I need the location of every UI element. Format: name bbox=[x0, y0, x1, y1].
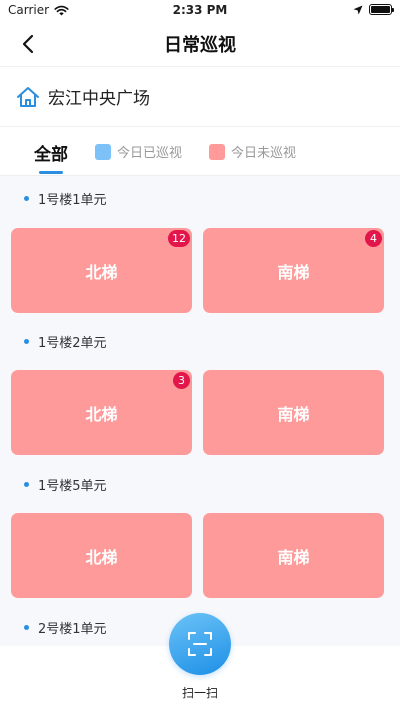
tab-all[interactable]: 全部 bbox=[34, 140, 68, 165]
scan-label[interactable]: 扫一扫 bbox=[182, 686, 218, 700]
status-bar: Carrier 2:33 PM bbox=[0, 0, 400, 20]
elevator-card[interactable]: 北梯 3 bbox=[11, 370, 192, 455]
group-title: 1号楼1单元 bbox=[24, 189, 107, 208]
bullet-dot bbox=[24, 625, 29, 630]
scan-icon bbox=[188, 632, 212, 656]
nav-bar: 日常巡视 bbox=[0, 20, 400, 66]
filter-tabs: 全部 今日已巡视 今日未巡视 bbox=[0, 126, 400, 176]
group-title-text: 1号楼5单元 bbox=[38, 479, 107, 494]
bullet-dot bbox=[24, 196, 29, 201]
legend-done-label: 今日已巡视 bbox=[117, 146, 183, 161]
page-title: 日常巡视 bbox=[164, 35, 236, 56]
back-button[interactable] bbox=[12, 28, 44, 60]
location-arrow-icon bbox=[353, 5, 363, 14]
elevator-label: 南梯 bbox=[277, 547, 310, 567]
group-title: 1号楼2单元 bbox=[24, 332, 107, 351]
elevator-card[interactable]: 北梯 12 bbox=[11, 228, 192, 313]
count-badge: 4 bbox=[365, 230, 382, 247]
battery-icon bbox=[369, 4, 394, 15]
group-title: 1号楼5单元 bbox=[24, 475, 107, 494]
elevator-card[interactable]: 南梯 bbox=[203, 513, 384, 598]
elevator-card[interactable]: 南梯 bbox=[203, 370, 384, 455]
scan-button[interactable] bbox=[169, 613, 231, 675]
home-icon bbox=[17, 86, 39, 107]
status-time: 2:33 PM bbox=[172, 3, 228, 17]
elevator-card[interactable]: 北梯 bbox=[11, 513, 192, 598]
elevator-label: 北梯 bbox=[85, 262, 118, 282]
elevator-label: 南梯 bbox=[277, 262, 310, 282]
elevator-label: 北梯 bbox=[85, 547, 118, 567]
legend-pending[interactable]: 今日未巡视 bbox=[209, 142, 296, 161]
elevator-list[interactable]: 1号楼1单元 北梯 12 南梯 4 1号楼2单元 北梯 3 南梯 1号楼5单元 … bbox=[0, 176, 400, 646]
done-swatch bbox=[95, 143, 111, 160]
legend-pending-label: 今日未巡视 bbox=[231, 146, 297, 161]
group-title: 2号楼1单元 bbox=[24, 618, 107, 637]
status-right bbox=[353, 4, 394, 15]
site-selector[interactable]: 宏江中央广场 bbox=[0, 66, 400, 126]
bullet-dot bbox=[24, 339, 29, 344]
count-badge: 3 bbox=[173, 372, 190, 389]
elevator-label: 南梯 bbox=[277, 404, 310, 424]
site-name: 宏江中央广场 bbox=[48, 89, 150, 109]
group-title-text: 2号楼1单元 bbox=[38, 622, 107, 637]
chevron-left-icon bbox=[22, 34, 34, 54]
bullet-dot bbox=[24, 482, 29, 487]
count-badge: 12 bbox=[168, 230, 190, 247]
group-title-text: 1号楼1单元 bbox=[38, 193, 107, 208]
group-title-text: 1号楼2单元 bbox=[38, 336, 107, 351]
elevator-label: 北梯 bbox=[85, 404, 118, 424]
elevator-card[interactable]: 南梯 4 bbox=[203, 228, 384, 313]
legend-done[interactable]: 今日已巡视 bbox=[95, 142, 182, 161]
tab-active-indicator bbox=[39, 171, 63, 174]
pending-swatch bbox=[209, 143, 225, 160]
